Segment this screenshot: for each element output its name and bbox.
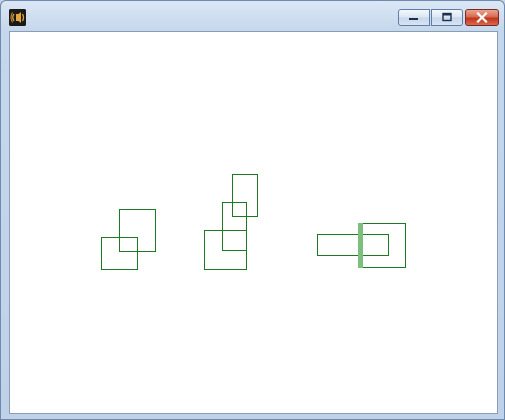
minimize-icon: [409, 18, 418, 20]
title-bar[interactable]: [1, 1, 504, 31]
square-lower-left: [101, 237, 138, 270]
close-icon: [476, 11, 488, 24]
app-window: [0, 0, 505, 420]
close-button[interactable]: [465, 9, 499, 26]
rect-square-right: [360, 223, 406, 268]
app-icon[interactable]: [9, 9, 26, 26]
minimize-button[interactable]: [398, 9, 430, 26]
maximize-icon: [442, 12, 452, 22]
maximize-button[interactable]: [431, 9, 463, 26]
rect-bottom: [204, 230, 247, 270]
client-area[interactable]: [9, 31, 498, 414]
drawing-canvas[interactable]: [10, 32, 497, 413]
highlight-bar: [358, 223, 363, 268]
speaker-icon: [9, 9, 26, 26]
